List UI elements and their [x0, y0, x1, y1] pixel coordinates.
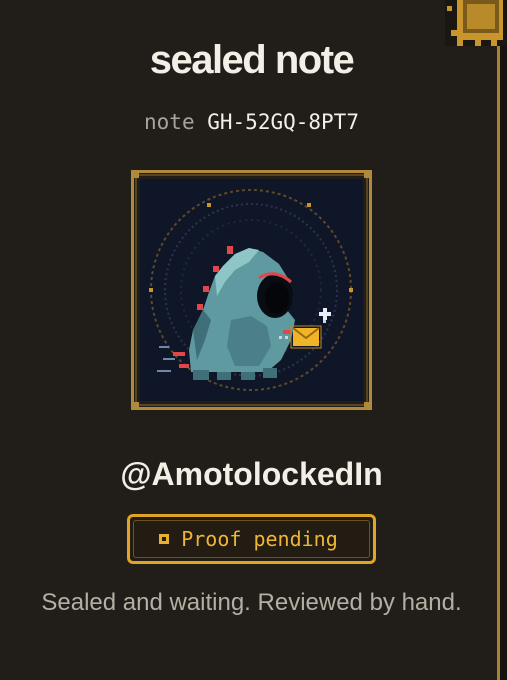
avatar	[131, 170, 372, 410]
pixel-creature-avatar-icon	[131, 170, 372, 410]
sealed-note-card: sealed note note GH-52GQ-8PT7 @Amotolock…	[0, 0, 507, 680]
status-badge-label: Proof pending	[181, 527, 338, 551]
status-badge: Proof pending	[127, 514, 376, 564]
page-title: sealed note	[149, 38, 355, 82]
status-description: Sealed and waiting. Reviewed by hand.	[41, 589, 462, 616]
edge-strip	[499, 0, 507, 680]
note-identifier: note GH-52GQ-8PT7	[0, 110, 503, 134]
note-code: GH-52GQ-8PT7	[207, 110, 359, 134]
user-handle: @AmotolockedIn	[120, 456, 383, 492]
edge-gold-line	[497, 40, 500, 680]
note-prefix: note	[144, 110, 195, 134]
square-dot-icon	[159, 534, 170, 544]
